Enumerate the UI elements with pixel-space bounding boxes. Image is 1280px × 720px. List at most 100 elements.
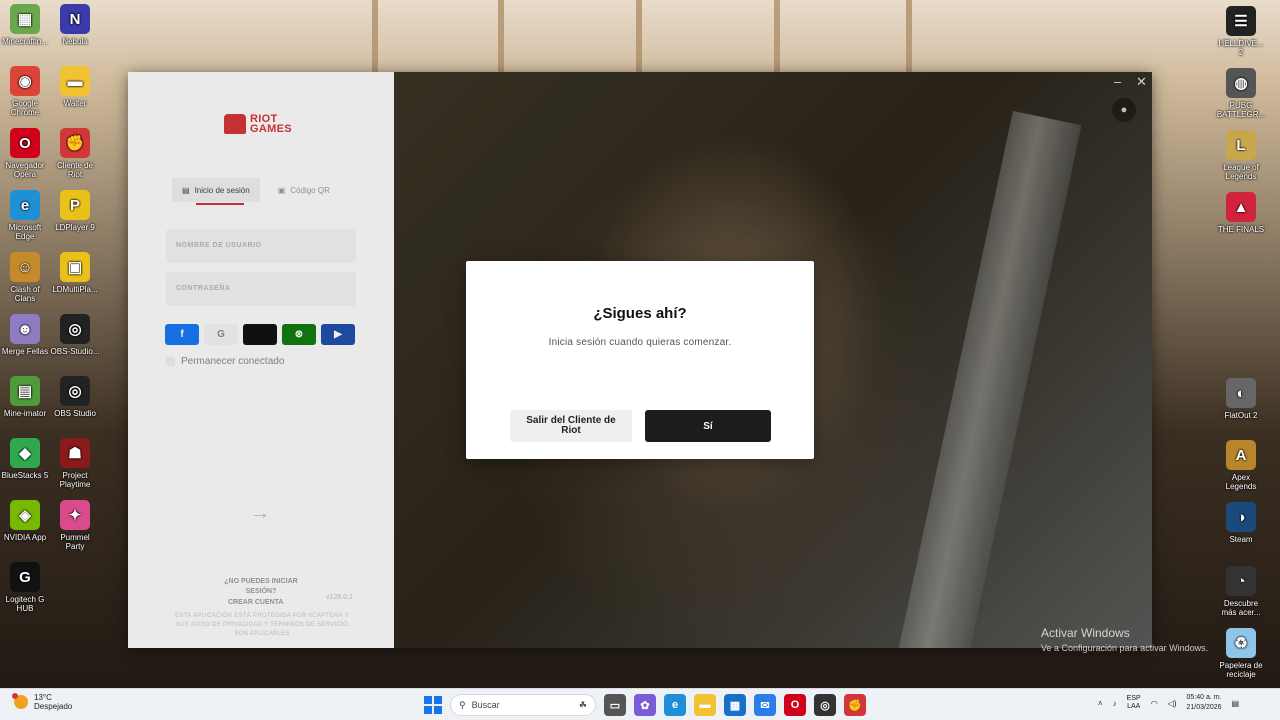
notifications-icon[interactable]: ▤ [1232, 699, 1240, 708]
activate-windows-watermark: Activar Windows Ve a Configuración para … [1041, 626, 1208, 653]
file-explorer-taskbar-icon[interactable]: ▬ [694, 694, 716, 716]
desktop-icon-label: Google Chrome [10, 99, 40, 117]
desktop-icon[interactable]: ☺ Clash of Clans [0, 252, 50, 303]
desktop-icon-label: Nebula [62, 37, 88, 46]
language-indicator[interactable]: ESP LAA [1127, 695, 1141, 711]
league-icon: L [1226, 130, 1256, 160]
desktop-icon[interactable]: ▦ Minecraftln... [0, 4, 50, 46]
desktop-icon-label: HELLDIVE... 2 [1218, 39, 1264, 57]
edge-icon: e [10, 190, 40, 220]
desktop-icon[interactable]: ◈ NVIDIA App [0, 500, 50, 542]
desktop-icon-label: Logitech G HUB [5, 595, 45, 613]
desktop-icon-label: Minecraftln... [2, 37, 48, 46]
desktop-icon[interactable]: ▬ Walter [50, 66, 100, 108]
mine-imator-icon: ▤ [10, 376, 40, 406]
riot-client-icon: ✊ [60, 128, 90, 158]
volume-icon[interactable]: ◁) [1168, 699, 1177, 708]
desktop-icon-label: Merge Fellas [1, 347, 49, 356]
outlook-taskbar-icon[interactable]: ✉ [754, 694, 776, 716]
desktop-icon[interactable]: G Logitech G HUB [0, 562, 50, 613]
watermark-title: Activar Windows [1041, 626, 1130, 640]
desktop-icon[interactable]: ◎ OBS-Studio... [50, 314, 100, 356]
taskbar-search[interactable]: ⚲ Buscar ☘ [450, 694, 596, 716]
taskbar: 13°C Despejado ⚲ Buscar ☘ ▭ ✿ e ▬ ▦ ✉ O … [0, 688, 1280, 720]
desktop-icon-label: League of Legends [1223, 163, 1259, 181]
language-code: ESP [1126, 695, 1141, 702]
obs-icon: ◎ [60, 376, 90, 406]
exit-riot-client-button[interactable]: Salir del Cliente de Riot [510, 410, 632, 442]
system-tray: ˄ ♪ ESP LAA ◠ ◁) 05:40 a. m. 21/03/2026 … [1098, 693, 1239, 713]
dialog-subtitle: Inicia sesión cuando quieras comenzar. [548, 337, 732, 348]
search-highlight-icon: ☘ [578, 699, 587, 710]
desktop-icon[interactable]: ▣ LDMultiPla... [50, 252, 100, 294]
desktop-icon[interactable]: ◔ Descubre más acer... [1216, 566, 1266, 617]
recycle-bin-icon: ♻ [1226, 628, 1256, 658]
desktop-icon[interactable]: N Nebula [50, 4, 100, 46]
microsoft-store-taskbar-icon[interactable]: ▦ [724, 694, 746, 716]
taskbar-apps: ⚲ Buscar ☘ ▭ ✿ e ▬ ▦ ✉ O ◎ ✊ [424, 694, 866, 716]
obs-icon: ◎ [60, 314, 90, 344]
desktop-icon[interactable]: L League of Legends [1216, 130, 1266, 181]
desktop-icon[interactable]: ◍ PUBG BATTLEGR... [1216, 68, 1266, 119]
apex-icon: A [1226, 440, 1256, 470]
project-playtime-icon: ☗ [60, 438, 90, 468]
desktop-icon[interactable]: P LDPlayer 9 [50, 190, 100, 232]
ldmultiplayer-icon: ▣ [60, 252, 90, 282]
microphone-icon[interactable]: ♪ [1113, 699, 1117, 708]
desktop-icon[interactable]: ☻ Merge Fellas [0, 314, 50, 356]
bluestacks-icon: ◆ [10, 438, 40, 468]
edge-taskbar-icon[interactable]: e [664, 694, 686, 716]
clock-date: 21/03/2026 [1186, 704, 1222, 711]
task-view-button[interactable]: ▭ [604, 694, 626, 716]
desktop-icon-label: BlueStacks 5 [1, 471, 49, 480]
watermark-subtitle: Ve a Configuración para activar Windows. [1041, 643, 1209, 653]
opera-taskbar-icon[interactable]: O [784, 694, 806, 716]
wallpaper-beam [636, 0, 642, 72]
desktop-icon[interactable]: ▲ THE FINALS [1216, 192, 1266, 234]
desktop-icon-label: Papelera de reciclaje [1219, 661, 1263, 679]
still-there-dialog: ¿Sigues ahí? Inicia sesión cuando quiera… [466, 261, 814, 459]
desktop-icon[interactable]: ♻ Papelera de reciclaje [1216, 628, 1266, 679]
wifi-icon[interactable]: ◠ [1151, 699, 1158, 708]
desktop-icon-label: Descubre más acer... [1221, 599, 1261, 617]
weather-desc: Despejado [34, 702, 73, 711]
weather-widget[interactable]: 13°C Despejado [12, 693, 73, 711]
desktop-icon[interactable]: ◆ BlueStacks 5 [0, 438, 50, 480]
desktop-icon[interactable]: ✦ Pummel Party [50, 500, 100, 551]
riot-client-taskbar-icon[interactable]: ✊ [844, 694, 866, 716]
chevron-up-icon[interactable]: ˄ [1098, 699, 1103, 708]
desktop-icon-label: OBS-Studio... [50, 347, 100, 356]
desktop-icon-label: LDMultiPla... [52, 285, 98, 294]
desktop-icon[interactable]: ✊ Cliente de Riot [50, 128, 100, 179]
desktop-icon-label: Walter [63, 99, 87, 108]
pummel-party-icon: ✦ [60, 500, 90, 530]
desktop-icon[interactable]: ▤ Mine-imator [0, 376, 50, 418]
obs-taskbar-icon[interactable]: ◎ [814, 694, 836, 716]
logitech-icon: G [10, 562, 40, 592]
desktop-icon-label: Navegador Opera [5, 161, 45, 179]
desktop-icon[interactable]: ☰ HELLDIVE... 2 [1216, 6, 1266, 57]
helldivers-icon: ☰ [1226, 6, 1256, 36]
search-placeholder: Buscar [471, 700, 500, 710]
flatout-icon: ◐ [1226, 378, 1256, 408]
desktop-icon[interactable]: ◉ Google Chrome [0, 66, 50, 117]
desktop-icon[interactable]: O Navegador Opera [0, 128, 50, 179]
the-finals-icon: ▲ [1226, 192, 1256, 222]
weather-temp: 13°C [34, 693, 52, 702]
desktop-icon[interactable]: ◑ Steam [1216, 502, 1266, 544]
yes-button[interactable]: Sí [645, 410, 771, 442]
chrome-icon: ◉ [10, 66, 40, 96]
desktop-icon-label: Apex Legends [1225, 473, 1257, 491]
desktop-icon-label: Steam [1229, 535, 1253, 544]
desktop-icon[interactable]: e Microsoft Edge [0, 190, 50, 241]
desktop-icon[interactable]: ◐ FlatOut 2 [1216, 378, 1266, 420]
clock[interactable]: 05:40 a. m. 21/03/2026 [1187, 693, 1222, 713]
copilot-taskbar-icon[interactable]: ✿ [634, 694, 656, 716]
folder-icon: ▬ [60, 66, 90, 96]
windows-start-button[interactable] [424, 696, 442, 714]
desktop-icon[interactable]: ◎ OBS Studio [50, 376, 100, 418]
desktop-icon[interactable]: A Apex Legends [1216, 440, 1266, 491]
desktop-icon-label: FlatOut 2 [1224, 411, 1258, 420]
desktop-icon[interactable]: ☗ Project Playtime [50, 438, 100, 489]
desktop-icon-label: Mine-imator [3, 409, 47, 418]
